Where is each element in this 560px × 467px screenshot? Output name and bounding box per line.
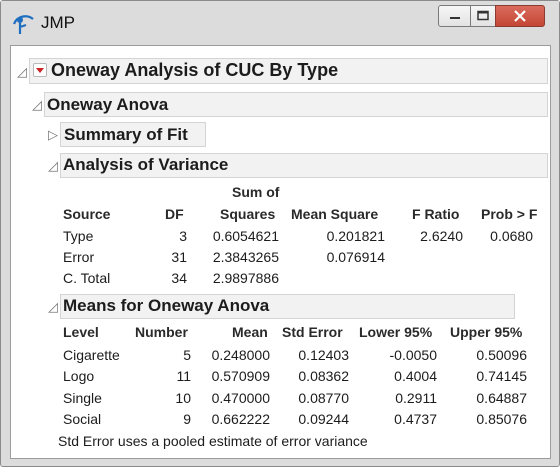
means-row-level: Social <box>63 411 102 427</box>
analysis-of-variance-heading: Analysis of Variance <box>63 155 229 174</box>
means-row-lower: 0.4737 <box>394 411 437 427</box>
means-row-number: 9 <box>183 411 191 427</box>
means-header-lower: Lower 95% <box>359 324 433 340</box>
summary-of-fit-heading[interactable]: Summary of Fit <box>64 125 188 145</box>
means-header-mean: Mean <box>232 324 268 340</box>
maximize-button[interactable] <box>470 5 496 27</box>
minimize-icon <box>449 17 460 19</box>
expand-summary-of-fit-icon[interactable]: ▷ <box>48 128 58 141</box>
means-row-upper: 0.85076 <box>476 411 527 427</box>
anova-row-source: Error <box>63 249 95 265</box>
anova-header-ms: Mean Square <box>291 206 379 222</box>
collapse-oneway-anova-icon[interactable]: ◿ <box>32 98 42 111</box>
anova-row-p: 0.0680 <box>490 228 533 244</box>
maximize-icon <box>477 10 489 21</box>
anova-row-ms: 0.201821 <box>326 228 385 244</box>
means-row-lower: -0.0050 <box>389 347 437 363</box>
means-row-level: Logo <box>63 368 95 384</box>
report-pane: ◿ Oneway Analysis of CUC By Type ◿ Onewa… <box>10 45 551 459</box>
anova-row-df: 34 <box>171 270 187 286</box>
title-bar[interactable]: JMP <box>1 1 559 45</box>
minimize-button[interactable] <box>438 5 471 27</box>
anova-row-source: Type <box>63 228 94 244</box>
report-title: Oneway Analysis of CUC By Type <box>51 60 339 80</box>
anova-row-df: 3 <box>179 228 187 244</box>
jmp-window: JMP ◿ Oneway Analysis of CUC By Type ◿ O… <box>0 0 560 467</box>
anova-row-ss: 2.3843265 <box>212 249 279 265</box>
means-row-se: 0.09244 <box>298 411 349 427</box>
anova-row-ms: 0.076914 <box>326 249 385 265</box>
collapse-analysis-of-variance-icon[interactable]: ◿ <box>48 159 58 172</box>
means-row-mean: 0.662222 <box>211 411 270 427</box>
means-heading: Means for Oneway Anova <box>63 296 270 315</box>
means-row-mean: 0.570909 <box>211 368 270 384</box>
close-button[interactable] <box>495 5 545 27</box>
means-row-se: 0.12403 <box>298 347 349 363</box>
anova-row-ss: 2.9897886 <box>212 270 279 286</box>
means-row-mean: 0.248000 <box>211 347 270 363</box>
anova-header-ss-line2: Squares <box>220 206 276 222</box>
anova-header-p: Prob > F <box>481 206 538 222</box>
means-header-number: Number <box>135 324 188 340</box>
means-footnote: Std Error uses a pooled estimate of erro… <box>58 433 368 449</box>
anova-header-source: Source <box>63 206 111 222</box>
means-header-upper: Upper 95% <box>450 324 523 340</box>
means-row-mean: 0.470000 <box>211 390 270 406</box>
means-row-number: 10 <box>175 390 191 406</box>
anova-header-f: F Ratio <box>412 206 460 222</box>
jmp-logo-icon <box>12 15 34 34</box>
collapse-means-icon[interactable]: ◿ <box>48 300 58 313</box>
means-header-level: Level <box>63 324 99 340</box>
means-row-se: 0.08362 <box>298 368 349 384</box>
means-row-upper: 0.74145 <box>476 368 527 384</box>
anova-header-df: DF <box>165 206 184 222</box>
anova-row-ss: 0.6054621 <box>212 228 279 244</box>
window-title: JMP <box>41 13 75 32</box>
anova-row-source: C. Total <box>63 270 111 286</box>
means-header-se: Std Error <box>282 324 343 340</box>
means-row-lower: 0.2911 <box>395 390 437 406</box>
close-icon <box>514 10 526 22</box>
anova-row-f: 2.6240 <box>420 228 463 244</box>
means-row-upper: 0.50096 <box>476 347 527 363</box>
collapse-report-icon[interactable]: ◿ <box>17 65 27 78</box>
means-row-level: Cigarette <box>63 347 120 363</box>
means-row-number: 11 <box>176 368 191 384</box>
red-triangle-menu-icon[interactable] <box>33 63 47 77</box>
window-controls <box>438 5 545 27</box>
means-row-upper: 0.64887 <box>476 390 527 406</box>
anova-header-ss-line1: Sum of <box>232 184 280 200</box>
oneway-anova-heading: Oneway Anova <box>47 95 169 114</box>
means-row-lower: 0.4004 <box>394 368 437 384</box>
means-row-level: Single <box>63 390 102 406</box>
means-row-se: 0.08770 <box>298 390 349 406</box>
means-row-number: 5 <box>183 347 191 363</box>
anova-row-df: 31 <box>171 249 187 265</box>
